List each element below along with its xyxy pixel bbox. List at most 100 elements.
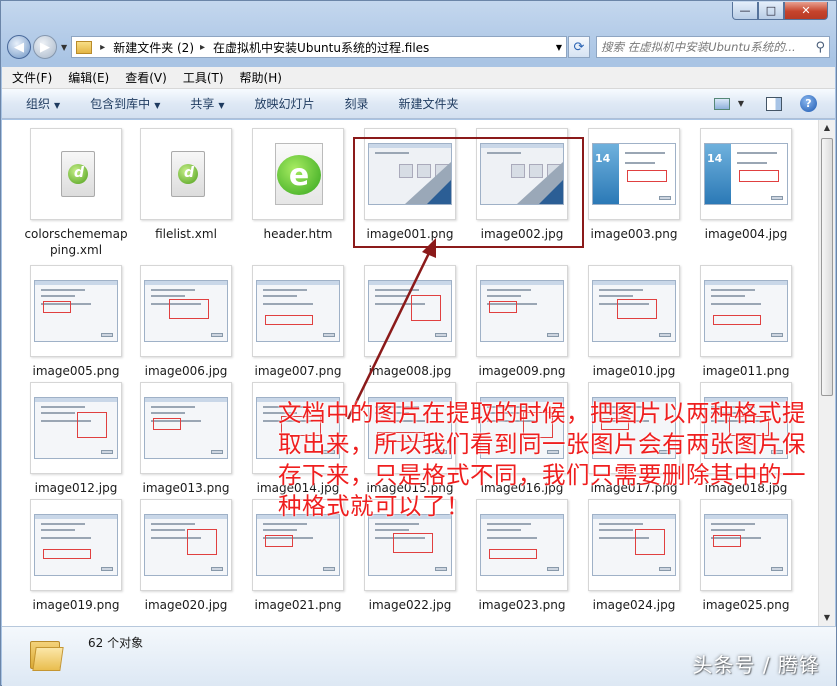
refresh-button[interactable]: ⟳ (568, 36, 590, 58)
share-button[interactable]: 共享 ▼ (190, 95, 224, 112)
file-item[interactable]: image007.png (246, 265, 350, 379)
file-name: colorschememapping.xml (24, 227, 128, 257)
slideshow-button[interactable]: 放映幻灯片 (255, 95, 315, 112)
file-item[interactable]: 14 image004.jpg (694, 128, 798, 242)
address-bar[interactable]: ▸ 新建文件夹 (2) ▸ 在虚拟机中安装Ubuntu系统的过程.files ▼ (71, 36, 567, 58)
breadcrumb-chevron-icon[interactable]: ▸ (100, 42, 105, 53)
search-icon[interactable]: ⚲ (815, 40, 825, 55)
file-name: image022.jpg (368, 598, 452, 612)
file-name: image010.jpg (592, 364, 676, 378)
recent-pages-dropdown[interactable]: ▼ (61, 43, 67, 52)
caption-buttons: — □ ✕ (732, 2, 828, 20)
organize-label: 组织 (26, 97, 51, 111)
new-folder-button[interactable]: 新建文件夹 (399, 95, 459, 112)
file-name: image007.png (254, 364, 342, 378)
scroll-up-icon[interactable]: ▲ (819, 120, 835, 136)
xml-file-icon: d (30, 128, 122, 220)
folder-icon (30, 637, 64, 671)
scroll-down-icon[interactable]: ▼ (819, 610, 835, 626)
file-view[interactable]: d colorschememapping.xml d filelist.xml e hea… (2, 120, 818, 626)
image-thumbnail (364, 265, 456, 357)
file-name: image006.jpg (144, 364, 228, 378)
file-item[interactable]: image008.jpg (358, 265, 462, 379)
view-icon[interactable] (713, 97, 730, 110)
refresh-icon: ⟳ (573, 39, 585, 55)
annotation-text: 文档中的图片在提取的时候，把图片以两种格式提取出来，所以我们看到同一张图片会有两… (278, 399, 806, 520)
search-placeholder: 搜索 在虚拟机中安装Ubuntu系统的... (601, 40, 796, 54)
file-item[interactable]: image020.jpg (134, 499, 238, 613)
file-name: image024.jpg (592, 598, 676, 612)
menu-view[interactable]: 查看(V) (125, 69, 167, 86)
image-thumbnail (30, 499, 122, 591)
file-item[interactable]: 14 image003.png (582, 128, 686, 242)
file-item[interactable]: image009.png (470, 265, 574, 379)
chevron-down-icon: ▼ (218, 101, 225, 110)
menu-edit[interactable]: 编辑(E) (68, 69, 109, 86)
highlight-box (353, 137, 584, 248)
address-row: ◀ ▶ ▼ ▸ 新建文件夹 (2) ▸ 在虚拟机中安装Ubuntu系统的过程.f… (7, 33, 830, 61)
file-name: filelist.xml (155, 227, 217, 241)
menu-bar: 文件(F) 编辑(E) 查看(V) 工具(T) 帮助(H) (2, 67, 835, 89)
status-bar: 62 个对象 头条号 / 腾锋 (2, 626, 836, 686)
image-thumbnail (30, 382, 122, 474)
file-item[interactable]: image011.png (694, 265, 798, 379)
image-thumbnail (252, 265, 344, 357)
back-arrow-icon: ◀ (14, 39, 24, 55)
image-thumbnail (30, 265, 122, 357)
help-icon[interactable]: ? (800, 95, 817, 112)
preview-pane-icon[interactable] (766, 96, 782, 111)
file-item[interactable]: d colorschememapping.xml (24, 128, 128, 258)
minimize-button[interactable]: — (732, 2, 758, 20)
breadcrumb-chevron-icon[interactable]: ▸ (200, 42, 205, 53)
file-item[interactable]: image019.png (24, 499, 128, 613)
file-item[interactable]: image010.jpg (582, 265, 686, 379)
file-name: image020.jpg (144, 598, 228, 612)
command-bar: 组织 ▼ 包含到库中 ▼ 共享 ▼ 放映幻灯片 刻录 新建文件夹 ▼ ? (2, 89, 835, 119)
menu-tools[interactable]: 工具(T) (183, 69, 224, 86)
burn-button[interactable]: 刻录 (345, 95, 369, 112)
object-count: 62 个对象 (88, 636, 144, 650)
breadcrumb-current[interactable]: 在虚拟机中安装Ubuntu系统的过程.files (213, 39, 429, 56)
explorer-window: — □ ✕ ◀ ▶ ▼ ▸ 新建文件夹 (2) ▸ 在虚拟机中安装Ubuntu系… (0, 0, 837, 686)
file-name: image004.jpg (704, 227, 788, 241)
file-name: image023.png (478, 598, 566, 612)
file-name: image021.png (254, 598, 342, 612)
toolbar-right: ▼ ? (713, 95, 817, 112)
breadcrumb-parent[interactable]: 新建文件夹 (2) (113, 39, 194, 56)
menu-help[interactable]: 帮助(H) (240, 69, 282, 86)
back-button[interactable]: ◀ (7, 35, 31, 59)
image-thumbnail: 14 (700, 128, 792, 220)
image-thumbnail: 14 (588, 128, 680, 220)
file-name: image003.png (590, 227, 678, 241)
share-label: 共享 (190, 97, 215, 111)
file-item[interactable]: image005.png (24, 265, 128, 379)
file-name: image008.jpg (368, 364, 452, 378)
maximize-button[interactable]: □ (758, 2, 784, 20)
file-item[interactable]: image013.png (134, 382, 238, 496)
image-thumbnail (700, 265, 792, 357)
ie-htm-icon: e (252, 128, 344, 220)
file-item[interactable]: image006.jpg (134, 265, 238, 379)
include-library-button[interactable]: 包含到库中 ▼ (90, 95, 160, 112)
file-item[interactable]: e header.htm (246, 128, 350, 242)
address-dropdown-icon[interactable]: ▼ (556, 43, 562, 52)
forward-arrow-icon: ▶ (40, 39, 50, 55)
forward-button[interactable]: ▶ (33, 35, 57, 59)
file-name: header.htm (263, 227, 333, 241)
chevron-down-icon: ▼ (54, 101, 61, 110)
menu-file[interactable]: 文件(F) (12, 69, 52, 86)
file-item[interactable]: image012.jpg (24, 382, 128, 496)
organize-button[interactable]: 组织 ▼ (26, 95, 60, 112)
file-name: image013.png (142, 481, 230, 495)
close-button[interactable]: ✕ (784, 2, 828, 20)
file-name: image025.png (702, 598, 790, 612)
file-name: image012.jpg (34, 481, 118, 495)
vertical-scrollbar[interactable]: ▲ ▼ (818, 120, 835, 626)
image-thumbnail (140, 265, 232, 357)
folder-icon (76, 40, 93, 54)
view-dropdown-icon[interactable]: ▼ (738, 99, 744, 108)
file-item[interactable]: d filelist.xml (134, 128, 238, 242)
scroll-thumb[interactable] (821, 138, 833, 396)
search-input[interactable]: 搜索 在虚拟机中安装Ubuntu系统的... ⚲ (596, 36, 830, 58)
file-name: image005.png (32, 364, 120, 378)
